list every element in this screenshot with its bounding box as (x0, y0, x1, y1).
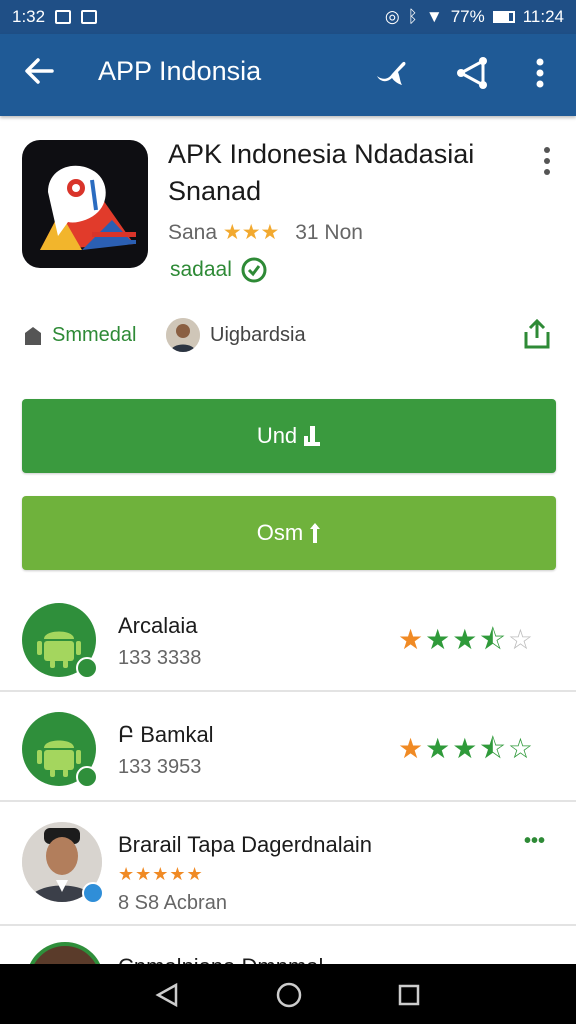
open-button-label: Osm (256, 520, 304, 545)
star-rating: ★★★⯪☆ (398, 624, 535, 655)
list-item-sub: 8 S8 Acbran (118, 892, 227, 914)
developer-row: Smmedal Uigbardsia (22, 318, 552, 354)
list-item-name: Cnmalniana Dmnmal (118, 954, 323, 964)
check-badge-icon (76, 766, 98, 788)
list-item-name: Arcalaia (118, 613, 198, 638)
developer-badge-icon (25, 326, 41, 345)
publisher-link[interactable]: Uigbardsia (166, 318, 306, 352)
open-button[interactable]: Osm (22, 496, 556, 570)
verified-check-icon (241, 257, 267, 283)
install-button-label: Und (256, 423, 298, 448)
list-item-name: Brarail Tapa Dagerdnalain (118, 832, 372, 857)
overflow-menu-icon[interactable] (530, 54, 550, 92)
app-bar-title: APP Indonsia (98, 56, 262, 86)
divider (0, 690, 576, 692)
app-notification-icon (81, 10, 98, 24)
list-item[interactable]: Arcalaia 133 3338 ★★★⯪☆ (0, 595, 576, 690)
app-name: APK Indonesia Ndadasiai Snanad (168, 136, 518, 210)
user-avatar (26, 942, 104, 964)
list-item[interactable]: Brarail Tapa Dagerdnalain ★★★★★ 8 S8 Acb… (0, 808, 576, 926)
back-arrow-icon[interactable] (22, 54, 56, 88)
rating-count: 31 Non (295, 221, 363, 244)
list-item-name: Բ Bamkal (118, 722, 214, 747)
nav-home-icon[interactable] (275, 981, 303, 1009)
chat-badge-icon (76, 657, 98, 679)
divider (0, 800, 576, 802)
review-stars: ★★★★★ (118, 864, 204, 884)
status-time-left: 1:32 (12, 7, 46, 26)
nav-back-icon[interactable] (154, 982, 180, 1008)
arrow-up-icon (310, 523, 321, 543)
more-dots-icon[interactable]: ••• (524, 830, 545, 853)
nfc-icon: ◎ (384, 7, 400, 26)
app-name-line-2: Snanad (168, 176, 262, 206)
status-bar: 1:32 ◎ ᛒ ▼ 77% 11:24 (0, 0, 576, 34)
publisher-avatar (166, 318, 200, 352)
app-name-line-1: APK Indonesia Ndadasiai (168, 139, 475, 169)
install-button[interactable]: Und (22, 399, 556, 473)
battery-icon (492, 11, 515, 23)
share-nodes-icon[interactable] (453, 54, 491, 92)
app-overflow-icon[interactable] (540, 146, 554, 180)
app-bar: APP Indonsia (0, 34, 576, 116)
star-rating: ★★★⯪☆ (398, 733, 535, 764)
nav-recents-icon[interactable] (397, 983, 421, 1007)
wifi-icon: ▼ (425, 7, 443, 26)
verified-row: sadaal (170, 256, 268, 284)
verified-badge-icon (82, 882, 104, 904)
app-icon (22, 140, 148, 268)
battery-percent: 77% (450, 7, 485, 26)
photo-notification-icon (55, 10, 72, 24)
divider (0, 924, 576, 926)
system-nav-bar (0, 964, 576, 1024)
android-app-icon (22, 712, 98, 788)
verified-label: sadaal (170, 258, 232, 281)
bird-share-icon[interactable] (372, 54, 410, 92)
list-item-sub: 133 3338 (118, 647, 202, 669)
list-item[interactable]: Cnmalniana Dmnmal (0, 932, 576, 964)
list-item-sub: 133 3953 (118, 756, 202, 778)
status-time-right: 11:24 (522, 7, 564, 26)
download-icon (304, 426, 321, 446)
user-avatar (22, 822, 104, 904)
rating-label: Sana (168, 221, 218, 244)
developer-link[interactable]: Smmedal (22, 324, 136, 347)
bluetooth-icon: ᛒ (407, 7, 418, 26)
list-item[interactable]: Բ Bamkal 133 3953 ★★★⯪☆ (0, 700, 576, 800)
developer-name: Smmedal (52, 324, 137, 346)
rating-stars: ★★★ (222, 221, 280, 244)
share-icon[interactable] (522, 318, 552, 350)
app-rating: Sana ★★★ 31 Non (168, 220, 363, 245)
publisher-name: Uigbardsia (210, 323, 306, 346)
android-app-icon (22, 603, 98, 679)
